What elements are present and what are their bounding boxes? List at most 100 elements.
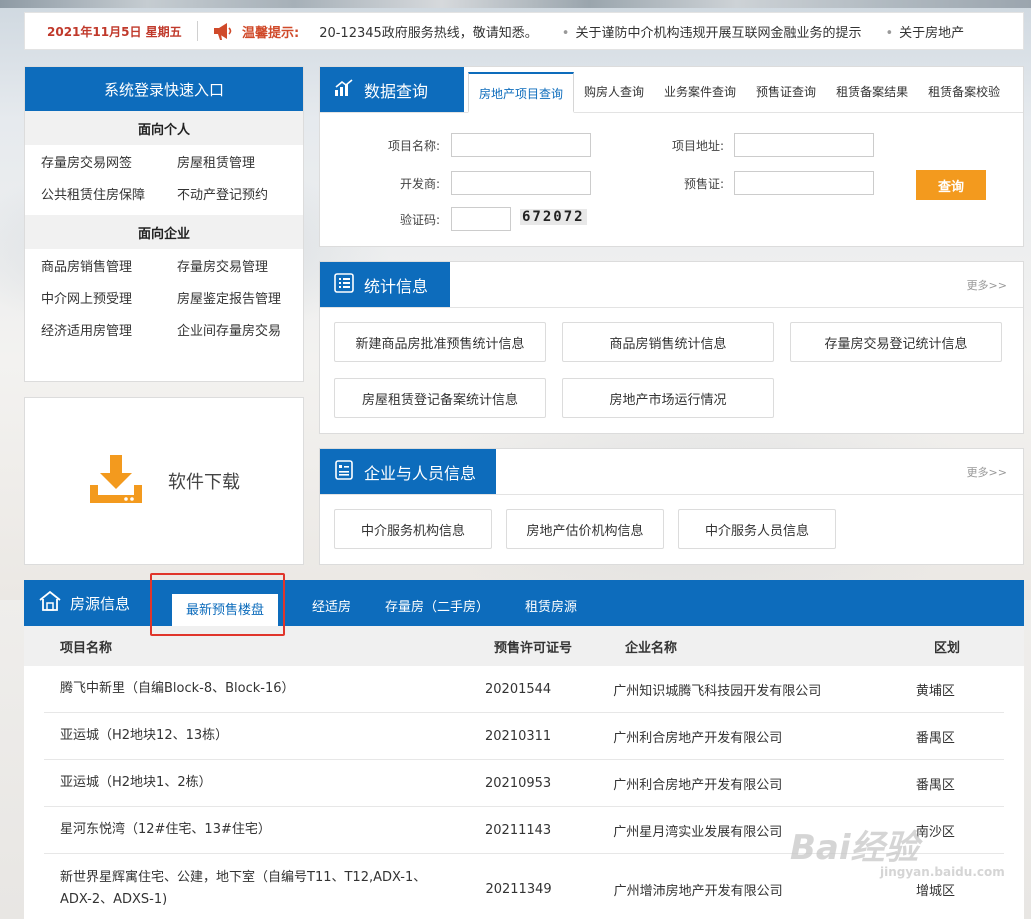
row-project-name[interactable]: 亚运城（H2地块12、13栋）: [44, 725, 485, 747]
tab-rental-filing-check[interactable]: 租赁备案校验: [918, 72, 1010, 112]
link-enterprise-trade[interactable]: 企业间存量房交易: [177, 323, 313, 341]
tab-affordable-housing[interactable]: 经适房: [298, 588, 365, 626]
link-real-estate-registration[interactable]: 不动产登记预约: [177, 187, 313, 205]
enterprise-title-text: 企业与人员信息: [364, 463, 477, 483]
enterprise-more-link[interactable]: 更多>>: [967, 449, 1023, 494]
query-title: 数据查询: [320, 67, 464, 112]
tab-rental-filing-result[interactable]: 租赁备案结果: [826, 72, 918, 112]
housing-title-text: 房源信息: [70, 594, 131, 613]
existing-trade-stats-button[interactable]: 存量房交易登记统计信息: [790, 322, 1002, 362]
captcha-label: 验证码:: [399, 213, 440, 227]
statistics-panel: 统计信息 更多>> 新建商品房批准预售统计信息 商品房销售统计信息 存量房交易登…: [319, 261, 1024, 434]
tab-real-estate-project[interactable]: 房地产项目查询: [468, 72, 575, 113]
link-public-rental-housing[interactable]: 公共租赁住房保障: [41, 187, 177, 205]
row-project-name[interactable]: 星河东悦湾（12#住宅、13#住宅）: [44, 819, 485, 841]
notice-item-text: 关于谨防中介机构违规开展互联网金融业务的提示: [575, 25, 862, 41]
row-company: 广州知识城腾飞科技园开发有限公司: [613, 683, 822, 699]
row-permit-number: 20201544: [485, 681, 552, 697]
row-project-name[interactable]: 新世界星辉寓住宅、公建，地下室（自编号T11、T12,ADX-1、ADX-2、A…: [44, 867, 485, 911]
table-row[interactable]: 腾飞中新里（自编Block-8、Block-16） 20201544 广州知识城…: [44, 666, 1004, 713]
house-icon: [38, 590, 62, 616]
highlight-annotation-box: [150, 573, 285, 636]
stats-title-text: 统计信息: [364, 276, 429, 296]
login-quick-entry-panel: 系统登录快速入口 面向个人 存量房交易网签 房屋租赁管理 公共租赁住房保障 不动…: [24, 66, 304, 382]
row-company: 广州利合房地产开发有限公司: [613, 730, 783, 746]
row-permit-number: 20211349: [485, 881, 552, 897]
query-form: 项目名称: 项目地址: 开发商: 预售证: 验证码: 672072 查询: [320, 113, 1023, 247]
commercial-sales-stats-button[interactable]: 商品房销售统计信息: [562, 322, 774, 362]
row-permit-number: 20210953: [485, 775, 552, 791]
stats-buttons: 新建商品房批准预售统计信息 商品房销售统计信息 存量房交易登记统计信息 房屋租赁…: [320, 308, 1023, 418]
tab-second-hand[interactable]: 存量房（二手房）: [365, 588, 503, 626]
personal-section-header: 面向个人: [25, 111, 303, 145]
row-permit-number: 20211143: [485, 822, 552, 838]
col-presale-permit: 预售许可证号: [494, 640, 573, 656]
row-district: 番禺区: [915, 730, 955, 746]
appraisal-agency-button[interactable]: 房地产估价机构信息: [506, 509, 664, 549]
enterprise-buttons: 中介服务机构信息 房地产估价机构信息 中介服务人员信息: [320, 495, 1023, 549]
presale-cert-label: 预售证:: [683, 177, 724, 191]
query-submit-button[interactable]: 查询: [916, 170, 986, 200]
divider: [197, 21, 198, 41]
row-district: 番禺区: [915, 777, 955, 793]
captcha-image[interactable]: 672072: [520, 209, 587, 225]
row-district: 增城区: [915, 883, 955, 899]
bullet: •: [561, 25, 570, 41]
developer-label: 开发商:: [399, 177, 440, 191]
stats-header: 统计信息 更多>>: [320, 262, 1023, 308]
current-date: 2021年11月5日 星期五: [47, 24, 182, 39]
new-commercial-presale-stats-button[interactable]: 新建商品房批准预售统计信息: [334, 322, 546, 362]
link-affordable-housing[interactable]: 经济适用房管理: [41, 323, 177, 341]
table-row[interactable]: 亚运城（H2地块12、13栋） 20210311 广州利合房地产开发有限公司 番…: [44, 713, 1004, 760]
tab-rental-listings[interactable]: 租赁房源: [503, 588, 591, 626]
notice-item[interactable]: 20-12345政府服务热线，敬请知悉。: [319, 22, 538, 41]
captcha-input[interactable]: [451, 207, 511, 231]
project-address-input[interactable]: [734, 133, 874, 157]
tab-case-query[interactable]: 业务案件查询: [654, 72, 746, 112]
notice-bar: 2021年11月5日 星期五 温馨提示: 20-12345政府服务热线，敬请知悉…: [24, 12, 1024, 50]
tab-buyer-query[interactable]: 购房人查询: [574, 72, 654, 112]
table-row[interactable]: 亚运城（H2地块1、2栋） 20210953 广州利合房地产开发有限公司 番禺区: [44, 760, 1004, 807]
stats-more-link[interactable]: 更多>>: [967, 262, 1023, 307]
notice-item[interactable]: • 关于谨防中介机构违规开展互联网金融业务的提示: [562, 22, 862, 41]
notice-item-text: 关于房地产: [899, 25, 965, 41]
enterprise-header: 企业与人员信息 更多>>: [320, 449, 1023, 495]
personal-links: 存量房交易网签 房屋租赁管理 公共租赁住房保障 不动产登记预约: [25, 145, 303, 215]
link-appraisal-report[interactable]: 房屋鉴定报告管理: [177, 291, 313, 309]
link-existing-trade[interactable]: 存量房交易管理: [177, 259, 313, 277]
query-header: 数据查询 房地产项目查询 购房人查询 业务案件查询 预售证查询 租赁备案结果 租…: [320, 67, 1023, 113]
row-district: 黄埔区: [915, 683, 955, 699]
link-agency-online[interactable]: 中介网上预受理: [41, 291, 177, 309]
row-project-name[interactable]: 腾飞中新里（自编Block-8、Block-16）: [44, 678, 485, 700]
row-project-name[interactable]: 亚运城（H2地块1、2栋）: [44, 772, 485, 794]
tab-presale-cert-query[interactable]: 预售证查询: [746, 72, 826, 112]
col-district: 区划: [934, 640, 961, 656]
agency-personnel-button[interactable]: 中介服务人员信息: [678, 509, 836, 549]
list-icon: [334, 272, 354, 297]
chart-icon: [334, 78, 354, 101]
login-panel-title: 系统登录快速入口: [25, 67, 303, 111]
query-title-text: 数据查询: [364, 81, 429, 101]
market-operation-button[interactable]: 房地产市场运行情况: [562, 378, 774, 418]
project-name-input[interactable]: [451, 133, 591, 157]
enterprise-title: 企业与人员信息: [320, 449, 496, 494]
enterprise-section-header: 面向企业: [25, 215, 303, 249]
link-rental-management[interactable]: 房屋租赁管理: [177, 155, 313, 173]
presale-cert-input[interactable]: [734, 171, 874, 195]
row-company: 广州利合房地产开发有限公司: [613, 777, 783, 793]
bullet: •: [885, 25, 894, 41]
project-address-label: 项目地址:: [671, 139, 724, 153]
project-name-label: 项目名称:: [387, 139, 440, 153]
notice-tip-label: 温馨提示:: [242, 25, 300, 41]
download-icon: [88, 453, 144, 509]
software-download-panel[interactable]: 软件下载: [24, 397, 304, 565]
developer-input[interactable]: [451, 171, 591, 195]
document-icon: [334, 459, 354, 484]
watermark-main: Bai经验: [790, 828, 919, 868]
notice-item[interactable]: • 关于房地产: [885, 22, 964, 41]
link-commercial-sales[interactable]: 商品房销售管理: [41, 259, 177, 277]
query-tabs: 房地产项目查询 购房人查询 业务案件查询 预售证查询 租赁备案结果 租赁备案校验: [464, 67, 1010, 113]
link-existing-housing-signing[interactable]: 存量房交易网签: [41, 155, 177, 173]
agency-info-button[interactable]: 中介服务机构信息: [334, 509, 492, 549]
rental-filing-stats-button[interactable]: 房屋租赁登记备案统计信息: [334, 378, 546, 418]
